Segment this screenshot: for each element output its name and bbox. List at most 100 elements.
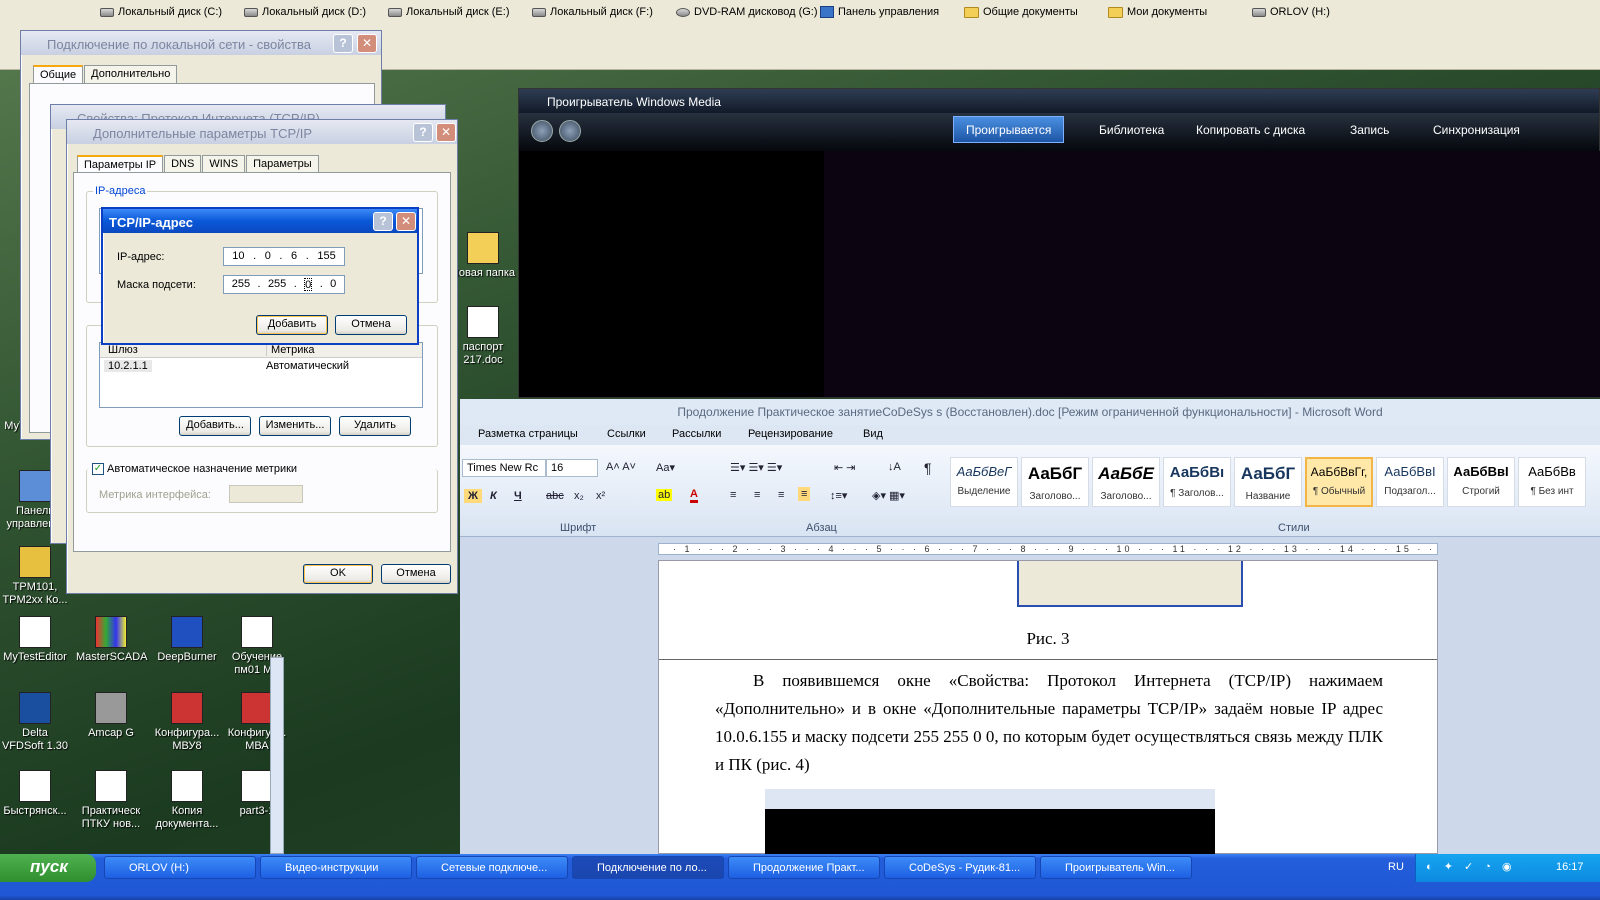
language-indicator[interactable]: RU	[1388, 861, 1404, 873]
my-docs-link[interactable]: Мои документы	[1108, 6, 1207, 18]
gw-edit-button[interactable]: Изменить...	[259, 416, 331, 436]
tab-ip-settings[interactable]: Параметры IP	[77, 155, 164, 173]
control-panel-link[interactable]: Панель управления	[820, 6, 939, 18]
font-size-select[interactable]: 16	[546, 459, 598, 477]
style-item[interactable]: АаБбВвІ Строгий	[1447, 457, 1515, 507]
desktop-icon[interactable]: DeepBurner	[152, 616, 222, 664]
desktop-icon[interactable]: паспорт 217.doc	[448, 306, 518, 367]
ribbon-tab-review[interactable]: Рецензирование	[748, 428, 833, 440]
tab-general[interactable]: Общие	[33, 65, 84, 83]
superscript-icon[interactable]: x²	[596, 490, 605, 502]
underline-icon[interactable]: Ч	[514, 490, 522, 502]
ip-address-input[interactable]: 10. 0. 6. 155	[223, 247, 345, 266]
desktop-icon[interactable]: Копия документа...	[152, 770, 222, 831]
style-item-normal[interactable]: АаБбВвГг, ¶ Обычный	[1305, 457, 1373, 507]
font-name-select[interactable]: Times New Rc	[462, 459, 546, 477]
taskbar-item[interactable]: CoDeSys - Рудик-81...	[884, 856, 1036, 879]
gw-delete-button[interactable]: Удалить	[339, 416, 411, 436]
wmp-tab-rip[interactable]: Копировать с диска	[1196, 123, 1305, 137]
desktop-icon[interactable]: Новая папка	[448, 232, 518, 280]
align-right-icon[interactable]: ≡	[778, 489, 784, 501]
help-icon[interactable]: ?	[373, 212, 393, 231]
ok-button[interactable]: OK	[303, 564, 373, 584]
wmp-tab-burn[interactable]: Запись	[1350, 123, 1389, 137]
style-item[interactable]: АаБбВвІ Подзагол...	[1376, 457, 1444, 507]
desktop-icon[interactable]: Быстрянск...	[0, 770, 70, 818]
align-center-icon[interactable]: ≡	[754, 489, 760, 501]
subscript-icon[interactable]: x₂	[574, 490, 584, 502]
sort-icon[interactable]: ↓A	[888, 461, 901, 473]
style-item[interactable]: АаБбГ Название	[1234, 457, 1302, 507]
taskbar-item-active[interactable]: Подключение по ло...	[572, 856, 724, 879]
drive-g[interactable]: DVD-RAM дисковод (G:)	[676, 6, 818, 18]
align-left-icon[interactable]: ≡	[730, 489, 736, 501]
highlight-icon[interactable]: ab	[656, 489, 673, 501]
forward-icon[interactable]	[559, 120, 581, 142]
drive-c[interactable]: Локальный диск (C:)	[100, 6, 222, 18]
desktop-icon[interactable]: Конфигура... МВУ8	[152, 692, 222, 753]
style-item[interactable]: АаБбВв ¶ Без инт	[1518, 457, 1586, 507]
tab-advanced[interactable]: Дополнительно	[84, 65, 178, 83]
gw-col-metric[interactable]: Метрика	[266, 344, 315, 356]
pilcrow-icon[interactable]: ¶	[924, 460, 932, 476]
cancel-button[interactable]: Отмена	[381, 564, 451, 584]
tab-wins[interactable]: WINS	[202, 155, 246, 173]
desktop-icon[interactable]: MasterSCADA	[76, 616, 148, 664]
horizontal-ruler[interactable]: · 1 · · · 2 · · · 3 · · · 4 · · · 5 · · …	[658, 543, 1438, 555]
taskbar-item[interactable]: Сетевые подключе...	[416, 856, 568, 879]
line-spacing-icon[interactable]: ↕≡▾	[830, 489, 847, 502]
close-icon[interactable]: ✕	[357, 34, 377, 53]
style-item[interactable]: АаБбВеГ Выделение	[950, 457, 1018, 507]
table-row[interactable]: 10.2.1.1 Автоматический	[100, 358, 422, 374]
taskbar-item[interactable]: Продолжение Практ...	[728, 856, 880, 879]
wmp-tab-now-playing[interactable]: Проигрывается	[953, 116, 1065, 143]
taskbar-item[interactable]: Видео-инструкции	[260, 856, 412, 879]
tab-options[interactable]: Параметры	[246, 155, 319, 173]
desktop-icon[interactable]: Delta VFDSoft 1.30	[0, 692, 70, 753]
style-item[interactable]: АаБбВı ¶ Заголов...	[1163, 457, 1231, 507]
ribbon-tab-view[interactable]: Вид	[863, 428, 883, 440]
wmp-tab-sync[interactable]: Синхронизация	[1433, 123, 1520, 137]
dialog-add-button[interactable]: Добавить	[256, 315, 328, 335]
desktop-icon[interactable]: Практическ ПТКУ нов...	[76, 770, 146, 831]
desktop-icon[interactable]: TPM101, TPM2xx Ко...	[0, 546, 70, 607]
shading-icon[interactable]: ◈▾ ▦▾	[872, 489, 905, 502]
drive-e[interactable]: Локальный диск (E:)	[388, 6, 510, 18]
wmp-tab-library[interactable]: Библиотека	[1099, 123, 1164, 137]
ribbon-tab-layout[interactable]: Разметка страницы	[478, 428, 578, 440]
drive-f[interactable]: Локальный диск (F:)	[532, 6, 653, 18]
italic-icon[interactable]: К	[490, 490, 497, 502]
start-button[interactable]: пуск	[0, 854, 96, 882]
style-item[interactable]: АаБбЕ Заголово...	[1092, 457, 1160, 507]
close-icon[interactable]: ✕	[396, 212, 416, 231]
gw-add-button[interactable]: Добавить...	[179, 416, 251, 436]
dialog-cancel-button[interactable]: Отмена	[335, 315, 407, 335]
taskbar-item[interactable]: ORLOV (H:)	[104, 856, 256, 879]
justify-icon[interactable]: ≡	[798, 487, 811, 501]
tray-icons[interactable]: ◐ ✦ ✓ ◔ ◉	[1426, 860, 1516, 873]
close-icon[interactable]: ✕	[436, 123, 456, 142]
subnet-mask-input[interactable]: 255. 255. 0. 0	[223, 275, 345, 294]
bullets-icon[interactable]: ☰▾ ☰▾ ☰▾	[730, 461, 782, 474]
style-item[interactable]: АаБбГ Заголово...	[1021, 457, 1089, 507]
ribbon-tab-refs[interactable]: Ссылки	[607, 428, 646, 440]
change-case-icon[interactable]: Aa▾	[656, 461, 675, 474]
grow-font-icon[interactable]: A˄ A˅	[606, 461, 636, 473]
back-icon[interactable]	[531, 120, 553, 142]
help-icon[interactable]: ?	[413, 123, 433, 142]
strike-icon[interactable]: abc	[546, 490, 564, 502]
tab-dns[interactable]: DNS	[164, 155, 202, 173]
bold-icon[interactable]: Ж	[464, 489, 482, 503]
help-icon[interactable]: ?	[333, 34, 353, 53]
gateway-list[interactable]: Шлюз Метрика 10.2.1.1 Автоматический	[99, 342, 423, 408]
metric-input[interactable]	[229, 485, 303, 503]
gw-col-gateway[interactable]: Шлюз	[108, 344, 138, 356]
font-color-icon[interactable]: A	[690, 488, 698, 503]
drive-h[interactable]: ORLOV (H:)	[1252, 6, 1330, 18]
indent-icon[interactable]: ⇤ ⇥	[834, 461, 856, 474]
desktop-icon[interactable]: Amcap G	[76, 692, 146, 740]
shared-docs-link[interactable]: Общие документы	[964, 6, 1078, 18]
taskbar-item[interactable]: Проигрыватель Win...	[1040, 856, 1192, 879]
desktop-icon[interactable]: MyTestEditor	[0, 616, 70, 664]
drive-d[interactable]: Локальный диск (D:)	[244, 6, 366, 18]
